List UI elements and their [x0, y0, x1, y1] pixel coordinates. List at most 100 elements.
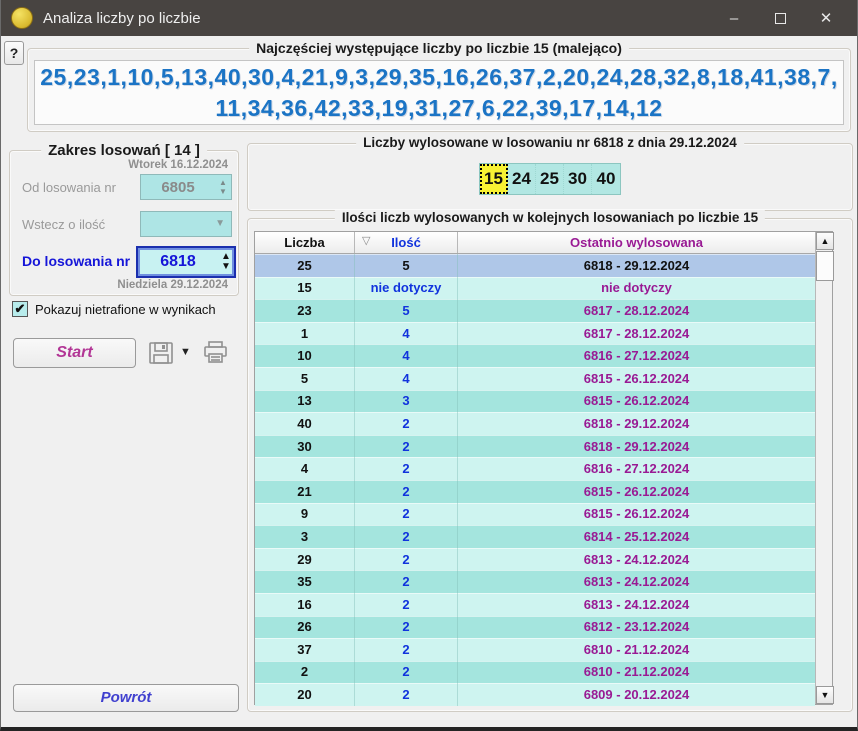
to-draw-value: 6818 [138, 253, 218, 271]
save-options-caret-icon[interactable]: ▼ [180, 346, 191, 358]
scrollbar-thumb[interactable] [816, 251, 834, 281]
scroll-up-icon[interactable]: ▲ [816, 232, 834, 250]
frequent-numbers-line1: 25,23,1,10,5,13,40,30,4,21,9,3,29,35,16,… [35, 62, 843, 93]
table-cell: 6815 - 26.12.2024 [458, 480, 815, 503]
table-row[interactable]: 1046816 - 27.12.2024 [255, 344, 815, 367]
print-icon[interactable] [203, 341, 228, 363]
table-cell: 2 [355, 457, 458, 480]
table-row[interactable]: 15nie dotyczynie dotyczy [255, 277, 815, 300]
table-row[interactable]: 326814 - 25.12.2024 [255, 525, 815, 548]
table-cell: 6813 - 24.12.2024 [458, 548, 815, 571]
drawn-number-cell[interactable]: 25 [536, 164, 564, 194]
table-row[interactable]: 2126815 - 26.12.2024 [255, 480, 815, 503]
table-row[interactable]: 146817 - 28.12.2024 [255, 322, 815, 345]
table-cell: 6815 - 26.12.2024 [458, 390, 815, 413]
table-cell: 6813 - 24.12.2024 [458, 570, 815, 593]
table-row[interactable]: 226810 - 21.12.2024 [255, 661, 815, 684]
table-cell: 10 [255, 344, 355, 367]
back-count-label: Wstecz o ilość [22, 217, 105, 232]
results-title: Ilości liczb wylosowanych w kolejnych lo… [335, 210, 765, 225]
drawn-number-cell[interactable]: 30 [564, 164, 592, 194]
table-cell: 2 [355, 593, 458, 616]
table-cell: 5 [355, 299, 458, 322]
table-cell: 25 [255, 254, 355, 277]
column-header-ilosc[interactable]: ▽ Ilość [355, 232, 458, 253]
table-cell: 15 [255, 277, 355, 300]
spin-up-icon[interactable]: ▲ [219, 178, 227, 187]
drawn-number-cell[interactable]: 15 [480, 164, 508, 194]
table-cell: 30 [255, 435, 355, 458]
app-window: Analiza liczby po liczbie – ✕ ? Najczęśc… [0, 0, 858, 731]
table-cell: 2 [355, 435, 458, 458]
table-row[interactable]: 3526813 - 24.12.2024 [255, 570, 815, 593]
table-cell: 6812 - 23.12.2024 [458, 616, 815, 639]
table-cell: 2 [355, 412, 458, 435]
chevron-down-icon[interactable]: ▼ [215, 218, 225, 229]
back-button[interactable]: Powrót [13, 684, 239, 712]
minimize-button[interactable]: – [711, 0, 757, 36]
table-row[interactable]: 4026818 - 29.12.2024 [255, 412, 815, 435]
table-row[interactable]: 1626813 - 24.12.2024 [255, 593, 815, 616]
table-row[interactable]: 3726810 - 21.12.2024 [255, 638, 815, 661]
table-cell: 6818 - 29.12.2024 [458, 435, 815, 458]
drawn-numbers-strip: 1524253040 [479, 163, 621, 195]
table-cell: 1 [255, 322, 355, 345]
from-draw-spinner[interactable]: 6805 ▲ ▼ [140, 174, 232, 200]
column-header-liczba[interactable]: Liczba [255, 232, 355, 253]
spin-down-icon[interactable]: ▼ [219, 187, 227, 196]
back-count-combo[interactable]: ▼ [140, 211, 232, 237]
save-icon[interactable] [149, 342, 173, 364]
sort-filter-icon[interactable]: ▽ [362, 234, 370, 247]
table-cell: 4 [355, 367, 458, 390]
table-cell: 20 [255, 683, 355, 706]
close-button[interactable]: ✕ [803, 0, 849, 36]
to-draw-spinner[interactable]: 6818 ▲ ▼ [136, 246, 236, 278]
drawn-number-cell[interactable]: 40 [592, 164, 620, 194]
table-row[interactable]: 926815 - 26.12.2024 [255, 503, 815, 526]
maximize-button[interactable] [757, 0, 803, 36]
table-cell: 21 [255, 480, 355, 503]
table-cell: 6809 - 20.12.2024 [458, 683, 815, 706]
show-missed-checkbox[interactable]: ✔ [12, 301, 28, 317]
table-row[interactable]: 426816 - 27.12.2024 [255, 457, 815, 480]
table-row[interactable]: 2556818 - 29.12.2024 [255, 254, 815, 277]
column-header-ostatnio[interactable]: Ostatnio wylosowana [458, 232, 815, 253]
drawn-numbers-title: Liczby wylosowane w losowaniu nr 6818 z … [356, 135, 744, 150]
vertical-scrollbar[interactable]: ▲ ▼ [815, 232, 832, 704]
scroll-down-icon[interactable]: ▼ [816, 686, 834, 704]
table-cell: 5 [255, 367, 355, 390]
table-cell: 2 [355, 638, 458, 661]
frequent-numbers-line2: 11,34,36,42,33,19,31,27,6,22,39,17,14,12 [35, 93, 843, 124]
titlebar[interactable]: Analiza liczby po liczbie – ✕ [1, 0, 857, 36]
from-draw-value: 6805 [141, 179, 215, 196]
table-cell: nie dotyczy [458, 277, 815, 300]
column-header-ilosc-label: Ilość [391, 235, 421, 250]
start-button[interactable]: Start [13, 338, 136, 368]
table-row[interactable]: 2026809 - 20.12.2024 [255, 683, 815, 706]
table-cell: 6815 - 26.12.2024 [458, 367, 815, 390]
table-cell: 29 [255, 548, 355, 571]
table-cell: 2 [355, 616, 458, 639]
table-cell: 4 [355, 344, 458, 367]
table-cell: 6810 - 21.12.2024 [458, 638, 815, 661]
table-cell: 6817 - 28.12.2024 [458, 322, 815, 345]
spin-down-icon[interactable]: ▼ [221, 262, 231, 272]
table-cell: 6818 - 29.12.2024 [458, 412, 815, 435]
drawn-number-cell[interactable]: 24 [508, 164, 536, 194]
table-row[interactable]: 1336815 - 26.12.2024 [255, 390, 815, 413]
table-row[interactable]: 2356817 - 28.12.2024 [255, 299, 815, 322]
table-cell: 13 [255, 390, 355, 413]
table-row[interactable]: 546815 - 26.12.2024 [255, 367, 815, 390]
app-logo-icon [11, 7, 33, 29]
table-cell: 6817 - 28.12.2024 [458, 299, 815, 322]
table-row[interactable]: 3026818 - 29.12.2024 [255, 435, 815, 458]
results-table-header: Liczba ▽ Ilość Ostatnio wylosowana [255, 232, 815, 254]
table-cell: 6814 - 25.12.2024 [458, 525, 815, 548]
table-cell: 40 [255, 412, 355, 435]
table-row[interactable]: 2626812 - 23.12.2024 [255, 616, 815, 639]
range-end-date: Niedziela 29.12.2024 [117, 279, 228, 291]
table-row[interactable]: 2926813 - 24.12.2024 [255, 548, 815, 571]
range-start-date: Wtorek 16.12.2024 [128, 159, 228, 171]
results-panel: Ilości liczb wylosowanych w kolejnych lo… [247, 218, 853, 712]
help-button[interactable]: ? [4, 41, 24, 65]
